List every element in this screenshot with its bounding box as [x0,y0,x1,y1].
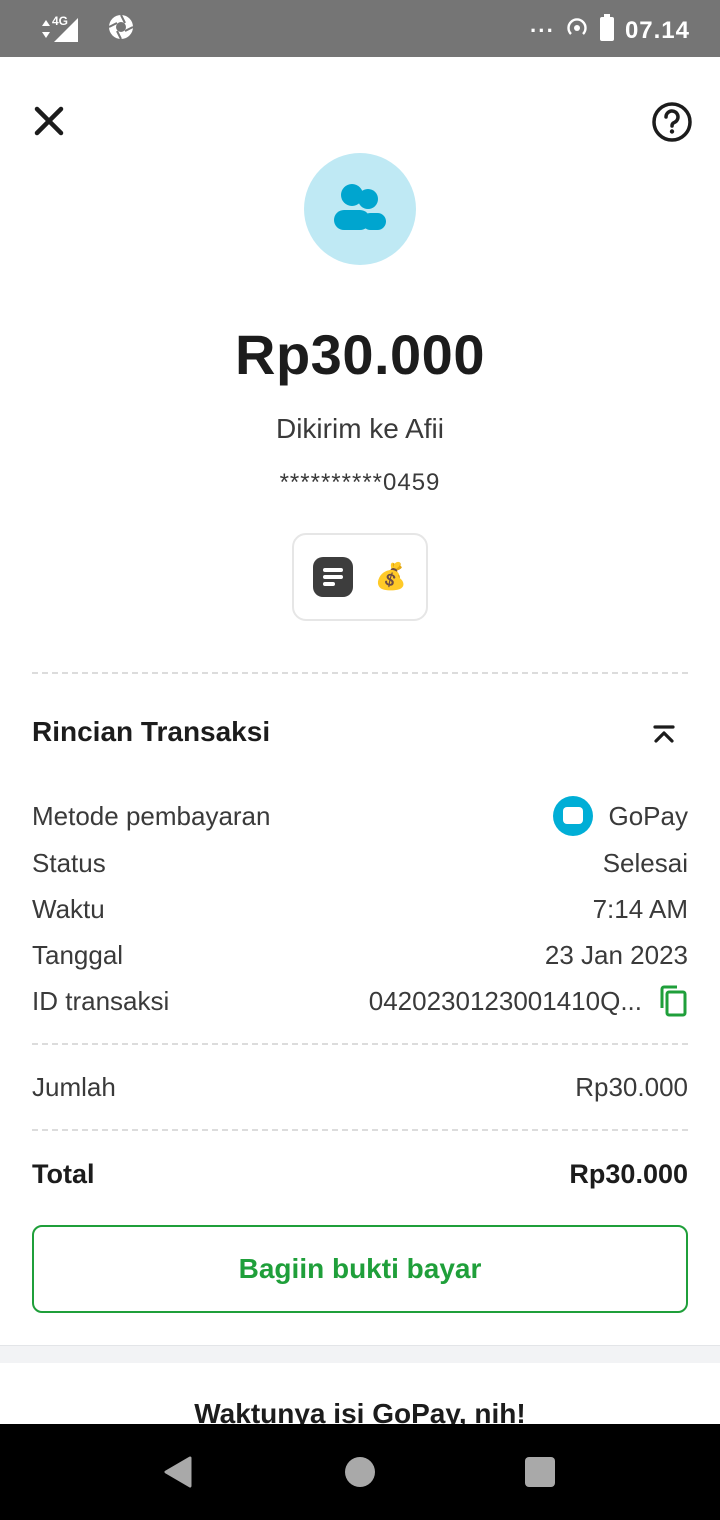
close-icon [34,106,64,136]
share-receipt-button[interactable]: Bagiin bukti bayar [32,1225,688,1313]
amount-label: Jumlah [32,1071,116,1102]
hotspot-icon [565,16,589,45]
detail-label: Status [32,847,106,878]
signal-icon: 4G [38,13,80,44]
detail-label: ID transaksi [32,985,170,1016]
account-number: **********0459 [279,469,441,496]
note-icon [312,557,353,597]
chevron-up-icon [653,725,675,743]
detail-row-transaction-id: ID transaksi 0420230123001410Q... [32,981,688,1021]
divider [32,1129,688,1131]
home-button[interactable] [345,1457,375,1487]
gopay-wallet-icon [552,796,593,836]
section-separator [0,1345,720,1363]
detail-value: 0420230123001410Q... [368,985,642,1016]
status-bar: 4G ··· 07.14 [0,0,720,57]
divider [32,672,688,674]
back-button[interactable] [162,1455,194,1494]
overflow-dots: ··· [529,17,555,43]
amount-value: Rp30.000 [575,1071,688,1102]
detail-row-status: Status Selesai [32,843,688,883]
detail-value: GoPay [608,800,689,831]
recipient-name: Dikirim ke Afii [275,413,444,444]
total-label: Total [32,1158,95,1189]
money-bag-emoji: 💰 [374,562,408,592]
transaction-note[interactable]: 💰 [292,533,428,621]
total-row: Total Rp30.000 [32,1154,688,1194]
copy-icon[interactable] [658,984,688,1018]
detail-value: 7:14 AM [592,893,688,924]
detail-label: Metode pembayaran [32,800,271,831]
details-title: Rincian Transaksi [32,716,271,747]
recipient-avatar [304,153,416,265]
network-label: 4G [52,13,69,28]
detail-row-date: Tanggal 23 Jan 2023 [32,935,688,975]
transaction-amount: Rp30.000 [235,323,485,386]
help-button[interactable] [651,101,693,143]
detail-row-time: Waktu 7:14 AM [32,889,688,929]
recent-apps-button[interactable] [525,1457,555,1487]
total-value: Rp30.000 [569,1158,688,1189]
detail-row-payment-method: Metode pembayaran GoPay [32,796,688,836]
detail-value: Selesai [602,847,688,878]
detail-label: Tanggal [32,939,124,970]
back-triangle-icon [164,1456,192,1488]
help-icon [652,102,692,142]
detail-label: Waktu [32,893,105,924]
detail-value: 23 Jan 2023 [544,939,688,970]
close-button[interactable] [30,102,68,140]
divider [32,1043,688,1045]
aperture-icon [108,14,134,45]
collapse-button[interactable] [650,720,678,748]
amount-row: Jumlah Rp30.000 [32,1067,688,1107]
users-icon [334,184,386,230]
battery-icon [599,14,615,47]
clock: 07.14 [624,16,690,44]
